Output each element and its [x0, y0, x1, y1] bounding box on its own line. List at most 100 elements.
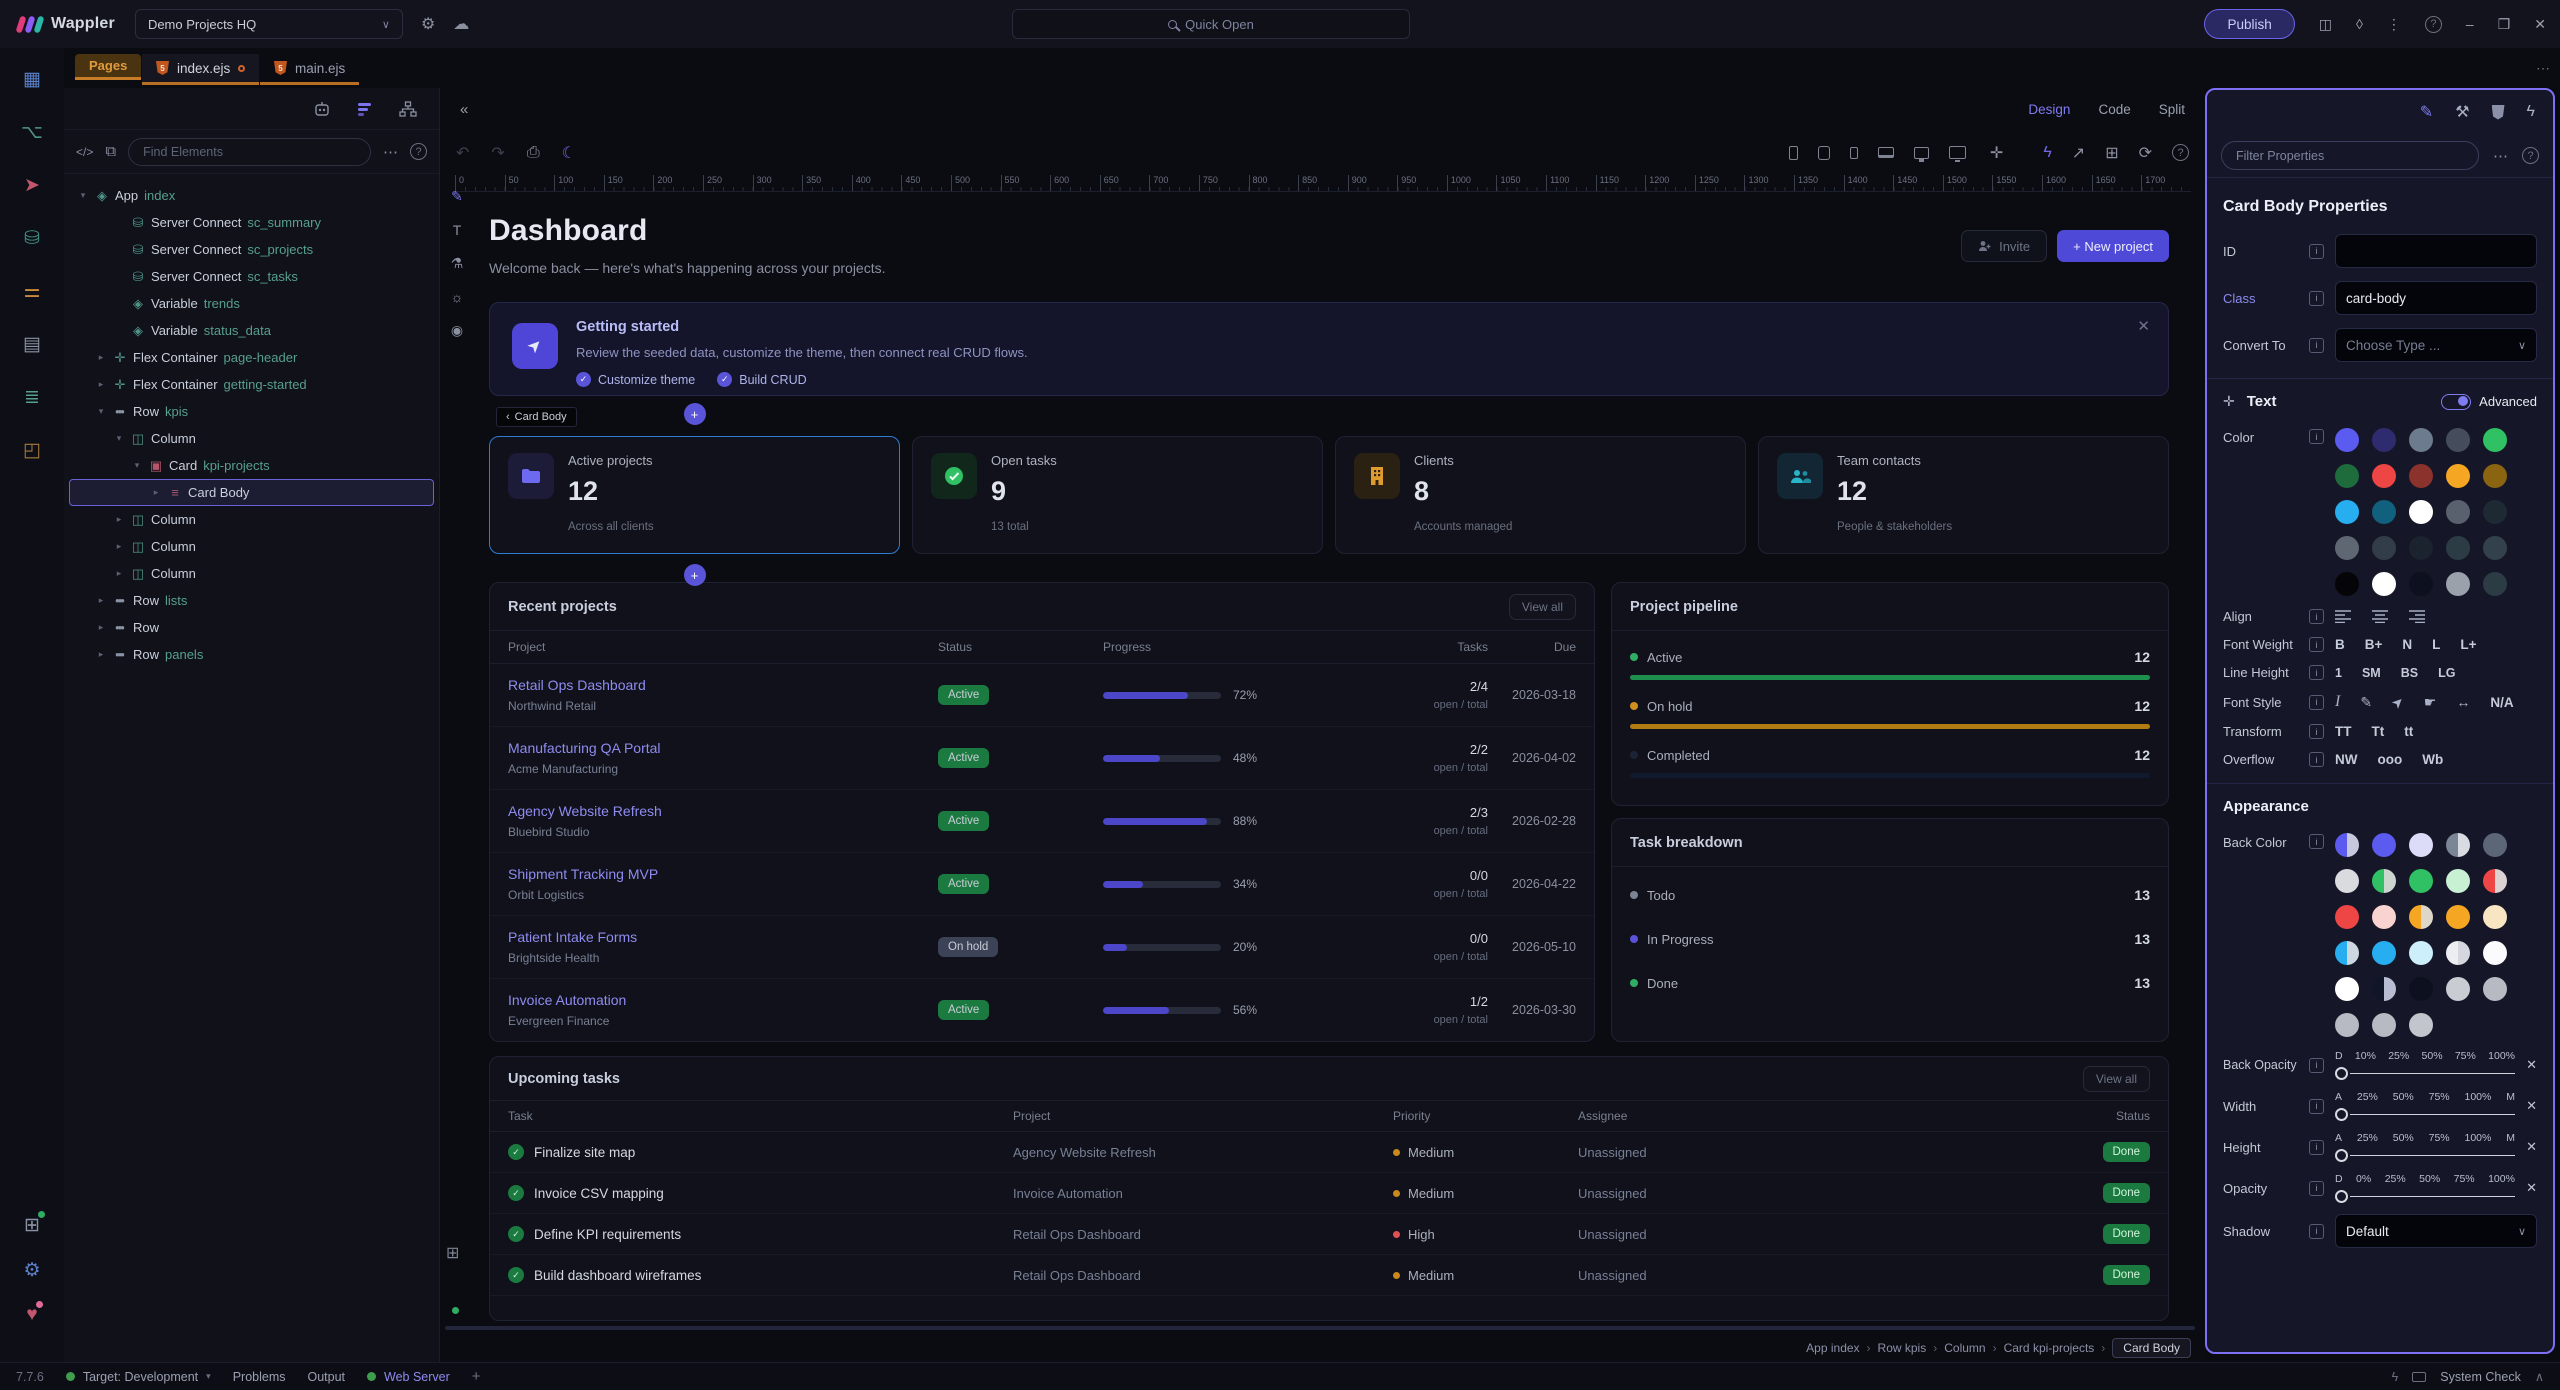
width-slider[interactable] — [2335, 1108, 2515, 1121]
color-swatch[interactable] — [2409, 464, 2433, 488]
more-icon[interactable]: ⋯ — [2493, 147, 2508, 165]
scale-tick-label[interactable]: 100% — [2488, 1173, 2515, 1185]
breadcrumb-current[interactable]: Card Body — [2112, 1338, 2191, 1358]
invite-button[interactable]: Invite — [1961, 230, 2047, 262]
back-color-swatch[interactable] — [2372, 941, 2396, 965]
height-slider[interactable] — [2335, 1149, 2515, 1162]
back-color-swatch[interactable] — [2446, 869, 2470, 893]
color-swatch[interactable] — [2372, 536, 2396, 560]
scale-tick-label[interactable]: 100% — [2465, 1132, 2492, 1144]
align-right-icon[interactable] — [2409, 610, 2426, 623]
project-link[interactable]: Shipment Tracking MVP — [508, 866, 938, 882]
scale-tick-label[interactable]: 50% — [2393, 1132, 2414, 1144]
color-swatch[interactable] — [2335, 572, 2359, 596]
collapse-panel-icon[interactable]: « — [460, 101, 468, 118]
horizontal-scrollbar[interactable] — [445, 1326, 2195, 1330]
tree-item[interactable]: ▸ ••• Row — [69, 614, 434, 641]
find-elements-input[interactable] — [128, 138, 371, 166]
theme-droplet-icon[interactable]: ◊ — [2356, 16, 2363, 32]
info-icon[interactable]: i — [2309, 291, 2324, 306]
line-height-option[interactable]: LG — [2438, 666, 2455, 680]
monitor-icon[interactable] — [2412, 1372, 2426, 1382]
back-color-swatch[interactable] — [2483, 977, 2507, 1001]
components-box-icon[interactable]: ⧉ — [105, 143, 116, 160]
view-all-button[interactable]: View all — [1509, 594, 1576, 620]
tree-item[interactable]: ▸ ◫ Column — [69, 533, 434, 560]
tree-caret-icon[interactable]: ▾ — [111, 433, 127, 444]
breadcrumb-segment[interactable]: Column — [1944, 1341, 1985, 1355]
back-color-swatch[interactable] — [2372, 833, 2396, 857]
tab-main-ejs[interactable]: 5 main.ejs — [260, 54, 359, 85]
scale-tick-label[interactable]: D — [2335, 1050, 2343, 1062]
insert-after-button[interactable]: + — [684, 564, 706, 586]
tree-item[interactable]: ▸ ✛ Flex Container getting-started — [69, 371, 434, 398]
screenshot-camera-icon[interactable]: ⎙ — [527, 144, 540, 162]
info-icon[interactable]: i — [2309, 609, 2324, 624]
redo-icon[interactable]: ↷ — [491, 143, 504, 163]
tree-caret-icon[interactable]: ▾ — [129, 460, 145, 471]
clear-icon[interactable]: ✕ — [2517, 1098, 2537, 1114]
color-swatch[interactable] — [2335, 464, 2359, 488]
info-icon[interactable]: i — [2309, 338, 2324, 353]
back-color-swatch[interactable] — [2335, 941, 2359, 965]
task-row[interactable]: ✓Finalize site map Agency Website Refres… — [490, 1132, 2168, 1173]
refresh-icon[interactable]: ⟳ — [2139, 143, 2152, 163]
tab-index-ejs[interactable]: 5 index.ejs — [142, 54, 259, 85]
scale-tick-label[interactable]: 25% — [2388, 1050, 2409, 1062]
project-link[interactable]: Manufacturing QA Portal — [508, 740, 938, 756]
line-height-option[interactable]: BS — [2401, 666, 2418, 680]
clear-icon[interactable]: ✕ — [2517, 1057, 2537, 1073]
color-swatch[interactable] — [2483, 500, 2507, 524]
banner-check-link[interactable]: ✓ Customize theme — [576, 372, 695, 387]
tab-design[interactable]: Design — [2028, 102, 2070, 117]
project-row[interactable]: Retail Ops Dashboard Northwind Retail Ac… — [490, 664, 1594, 727]
tree-item[interactable]: ◈ Variable trends — [69, 290, 434, 317]
filter-properties-input[interactable] — [2221, 141, 2479, 170]
tree-item[interactable]: ▸ ✛ Flex Container page-header — [69, 344, 434, 371]
tree-item[interactable]: ▸ ••• Row lists — [69, 587, 434, 614]
tree-caret-icon[interactable]: ▸ — [111, 514, 127, 525]
scale-tick-label[interactable]: M — [2506, 1091, 2515, 1103]
project-link[interactable]: Agency Website Refresh — [508, 803, 938, 819]
kpi-card-clients[interactable]: Clients 8 Accounts managed — [1335, 436, 1746, 554]
back-color-swatch[interactable] — [2446, 977, 2470, 1001]
preferences-gear-icon[interactable]: ⚙ — [23, 1259, 40, 1282]
back-color-swatch[interactable] — [2446, 905, 2470, 929]
rocket-icon[interactable]: ➤ — [2388, 692, 2408, 712]
bolt-icon[interactable]: ϟ — [2392, 1370, 2399, 1384]
font-weight-option[interactable]: L+ — [2460, 637, 2476, 652]
color-swatch[interactable] — [2446, 536, 2470, 560]
banner-check-link[interactable]: ✓ Build CRUD — [717, 372, 806, 387]
design-tools-icon[interactable]: ⚒ — [2455, 102, 2469, 122]
tree-caret-icon[interactable]: ▾ — [93, 406, 109, 417]
color-swatch[interactable] — [2483, 572, 2507, 596]
text-width-icon[interactable]: ↔ — [2456, 694, 2470, 710]
web-server-button[interactable]: Web Server — [367, 1370, 450, 1384]
layers-icon[interactable]: ≣ — [24, 386, 40, 409]
font-style-na-option[interactable]: N/A — [2490, 695, 2513, 710]
back-color-swatch[interactable] — [2372, 977, 2396, 1001]
help-icon[interactable]: ? — [2522, 147, 2539, 164]
align-center-icon[interactable] — [2372, 610, 2389, 623]
slider-knob[interactable] — [2335, 1190, 2348, 1203]
back-color-swatch[interactable] — [2335, 833, 2359, 857]
color-swatch[interactable] — [2446, 464, 2470, 488]
highlighter-icon[interactable]: ✎ — [2360, 694, 2372, 711]
slider-knob[interactable] — [2335, 1108, 2348, 1121]
scale-tick-label[interactable]: 100% — [2465, 1091, 2492, 1103]
help-icon[interactable]: ? — [2425, 16, 2442, 33]
community-heart-icon[interactable]: ♥ — [26, 1304, 37, 1326]
color-swatch[interactable] — [2446, 428, 2470, 452]
back-color-swatch[interactable] — [2409, 977, 2433, 1001]
cloud-deploy-icon[interactable]: ☁ — [453, 14, 469, 34]
color-swatch[interactable] — [2483, 464, 2507, 488]
info-icon[interactable]: i — [2309, 1181, 2324, 1196]
opacity-slider[interactable] — [2335, 1190, 2515, 1203]
color-swatch[interactable] — [2409, 536, 2433, 560]
back-color-swatch[interactable] — [2372, 1013, 2396, 1037]
color-swatch[interactable] — [2335, 428, 2359, 452]
bolt-icon[interactable]: ϟ — [2043, 144, 2051, 162]
scale-tick-label[interactable]: 50% — [2422, 1050, 2443, 1062]
info-icon[interactable]: i — [2309, 665, 2324, 680]
transform-option[interactable]: tt — [2404, 724, 2413, 739]
